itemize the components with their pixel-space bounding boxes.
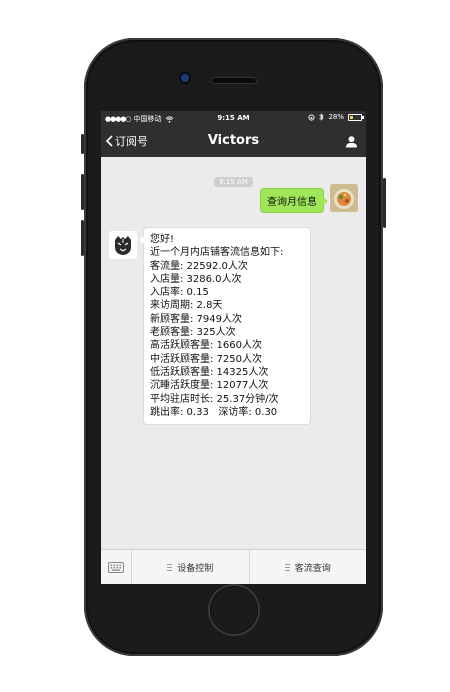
user-avatar[interactable] [330,184,358,212]
reply-line: 低活跃顾客量: 14325人次 [150,366,269,378]
reply-line: 中活跃顾客量: 7250人次 [150,353,262,365]
volume-down-button [81,220,84,256]
bluetooth-icon [319,113,325,121]
menu-device-control[interactable]: 设备控制 [132,550,250,584]
status-bar: ●●●●○ 中国移动 9:15 AM 28% [101,111,366,125]
battery-icon [348,113,364,121]
keyboard-icon [108,561,124,573]
reply-line: 您好! [150,234,175,245]
menu-label: 客流查询 [294,563,331,574]
battery-percent: 28% [328,113,344,121]
volume-up-button [81,174,84,210]
reply-line: 入店量: 3286.0人次 [150,273,242,285]
keyboard-toggle-button[interactable] [101,550,132,584]
phone-frame: ●●●●○ 中国移动 9:15 AM 28% 订阅号 Victors 9:15 … [81,38,386,656]
reply-line: 新顾客量: 7949人次 [150,313,242,325]
chat-title: Victors [207,133,260,148]
screen: ●●●●○ 中国移动 9:15 AM 28% 订阅号 Victors 9:15 … [101,111,366,584]
menu-label: 设备控制 [177,563,214,574]
menu-icon [167,563,173,571]
reply-line: 客流量: 22592.0人次 [150,260,248,272]
reply-line: 跳出率: 0.33 深访率: 0.30 [150,406,278,418]
reply-line: 高活跃顾客量: 1660人次 [150,340,262,352]
reply-line: 沉睡活跃度量: 12077人次 [150,380,269,392]
mute-switch [81,134,84,154]
profile-button[interactable] [345,133,358,152]
incoming-message-bubble[interactable]: 您好! 近一个月内店铺客流信息如下: 客流量: 22592.0人次 入店量: 3… [139,227,311,426]
reply-line: 入店率: 0.15 [150,287,209,299]
user-avatar-image [330,184,358,212]
outgoing-message-bubble[interactable]: 查询月信息 [260,188,328,213]
user-icon [345,136,358,148]
reply-line: 平均驻店时长: 25.37分钟/次 [150,393,279,405]
menu-icon [284,563,290,571]
home-button[interactable] [210,586,258,634]
reply-line: 老顾客量: 325人次 [150,327,236,339]
nav-bar: 订阅号 Victors [101,125,366,157]
bottom-menu-bar: 设备控制 客流查询 [101,549,366,584]
lock-rotation-icon [308,113,315,121]
front-camera [181,74,189,82]
bot-avatar[interactable] [109,231,137,259]
menu-traffic-query[interactable]: 客流查询 [250,550,367,584]
message-timestamp: 9:15 AM [101,169,366,188]
tiger-logo-icon [109,231,137,259]
earpiece-speaker [212,78,256,83]
power-button [383,178,386,228]
reply-line: 来访周期: 2.8天 [150,300,223,312]
reply-line: 近一个月内店铺客流信息如下: [150,247,284,259]
